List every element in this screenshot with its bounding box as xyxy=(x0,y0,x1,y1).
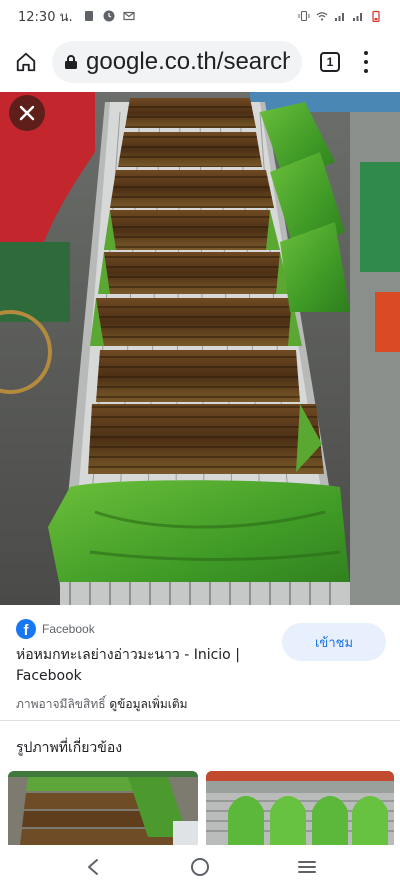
related-image-1[interactable] xyxy=(8,771,198,845)
status-right-icons xyxy=(298,10,382,22)
source-name: Facebook xyxy=(42,622,95,636)
result-info: f Facebook เข้าชม ห่อหมกทะเลย่างอ่าวมะนา… xyxy=(0,605,400,720)
home-nav-button[interactable] xyxy=(185,852,215,882)
related-photo-2 xyxy=(206,771,394,845)
signal-icon xyxy=(335,13,344,21)
close-button[interactable] xyxy=(9,95,45,131)
source-row[interactable]: f Facebook xyxy=(16,619,95,639)
divider xyxy=(0,720,400,721)
main-image[interactable] xyxy=(0,92,400,605)
copyright-row: ภาพอาจมีลิขสิทธิ์ ดูข้อมูลเพิ่มเติม xyxy=(16,695,188,714)
facebook-icon: f xyxy=(16,619,36,639)
overflow-menu-icon[interactable] xyxy=(362,51,370,73)
related-photo-1 xyxy=(8,771,198,845)
lock-icon xyxy=(65,55,77,69)
browser-toolbar: google.co.th/search 1 xyxy=(0,32,400,92)
page-title-link[interactable]: ห่อหมกทะเลย่างอ่าวมะนาว - Inicio | Faceb… xyxy=(16,645,256,687)
signal-icon xyxy=(353,13,362,21)
related-images-heading: รูปภาพที่เกี่ยวข้อง xyxy=(16,740,123,756)
clock-icon xyxy=(103,10,115,22)
status-time: 12:30 น. xyxy=(18,9,73,25)
wifi-icon xyxy=(316,12,328,21)
vibrate-icon xyxy=(298,10,310,22)
status-left-icons xyxy=(83,10,135,22)
status-bar: 12:30 น. xyxy=(0,0,400,32)
visit-button[interactable]: เข้าชม xyxy=(282,623,386,661)
address-bar[interactable]: google.co.th/search xyxy=(52,41,302,83)
back-button[interactable] xyxy=(78,852,108,882)
battery-icon xyxy=(372,10,380,22)
recents-icon xyxy=(297,861,316,873)
more-info-link[interactable]: ดูข้อมูลเพิ่มเติม xyxy=(109,697,187,711)
tab-switcher-button[interactable]: 1 xyxy=(320,52,340,72)
gmail-icon xyxy=(123,11,135,21)
back-icon xyxy=(88,859,99,875)
recents-button[interactable] xyxy=(292,852,322,882)
home-button[interactable] xyxy=(12,48,40,76)
grilled-food-photo xyxy=(0,92,400,605)
copyright-text: ภาพอาจมีลิขสิทธิ์ xyxy=(16,697,106,711)
system-nav-bar xyxy=(0,845,400,889)
home-icon xyxy=(16,52,36,72)
sim-icon xyxy=(84,11,93,21)
related-image-2[interactable] xyxy=(206,771,394,845)
home-circle-icon xyxy=(190,858,209,876)
close-icon xyxy=(19,105,35,121)
url-text: google.co.th/search xyxy=(86,48,290,75)
